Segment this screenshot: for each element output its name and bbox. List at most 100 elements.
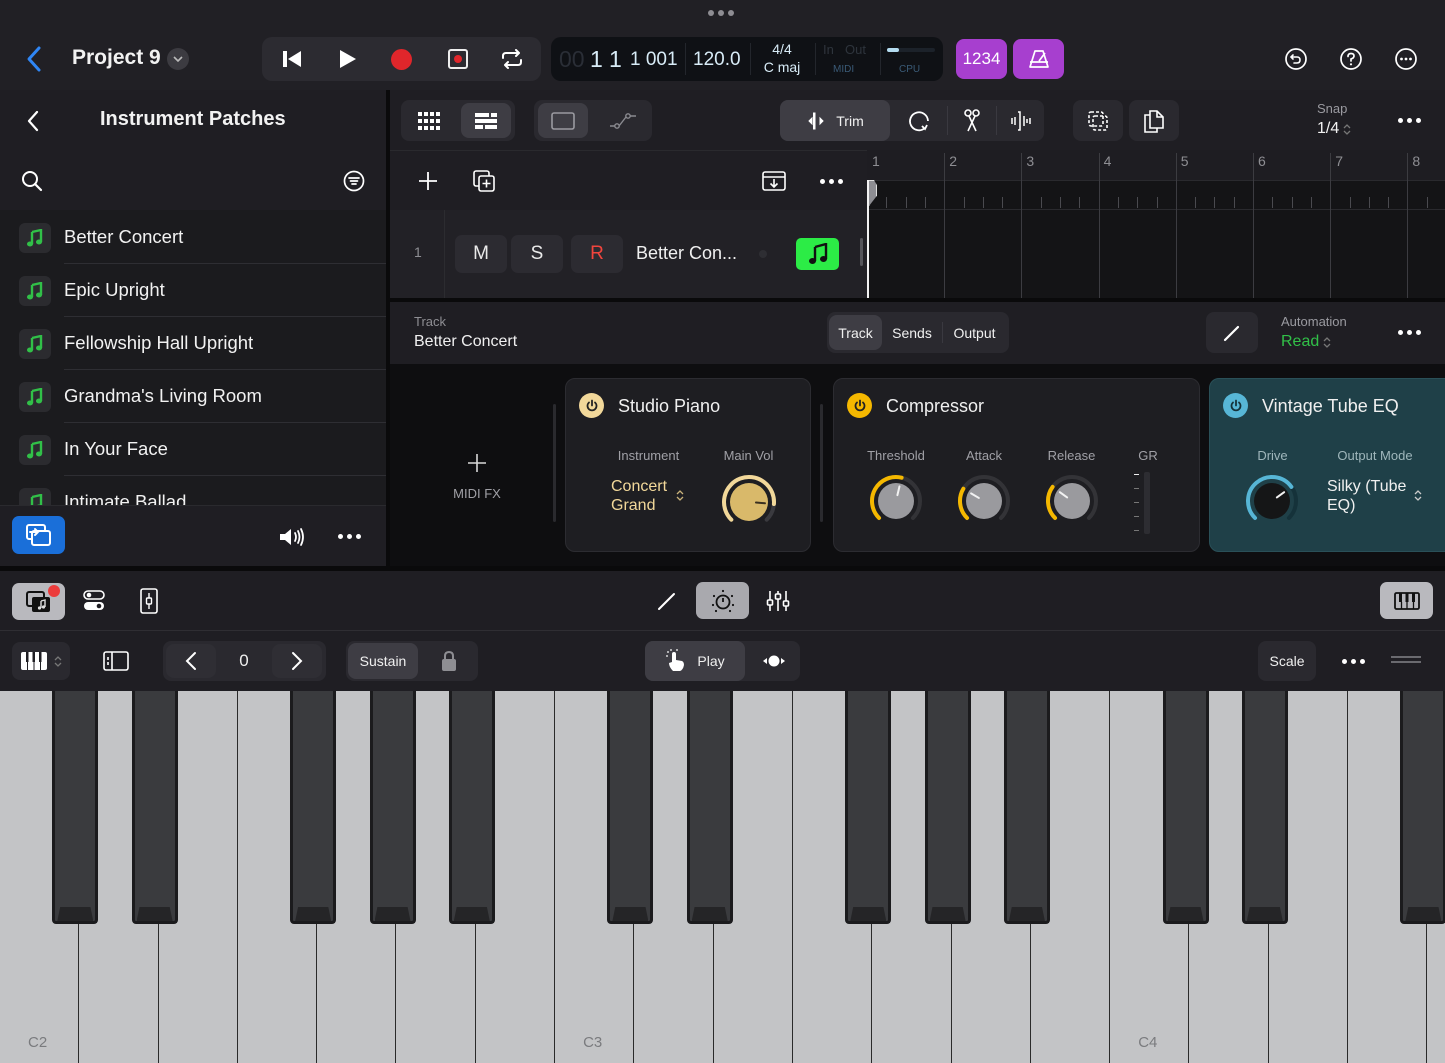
mute-button[interactable]: M	[455, 235, 507, 273]
threshold-knob[interactable]	[868, 473, 924, 529]
play-icon[interactable]	[339, 49, 357, 69]
record-button[interactable]	[391, 49, 412, 70]
black-key[interactable]	[1400, 691, 1445, 924]
patch-list-item[interactable]: Intimate Ballad	[0, 476, 386, 505]
playhead-line[interactable]	[867, 180, 869, 298]
snap-selector[interactable]: 1/4	[1317, 120, 1351, 138]
split-tool-button[interactable]	[948, 100, 996, 141]
studio-piano-plugin[interactable]: Studio Piano Instrument Concert Grand Ma…	[565, 378, 811, 552]
octave-up-button[interactable]	[272, 644, 322, 678]
piano-keyboard[interactable]: C2 C3 C4	[0, 691, 1445, 1063]
scale-button[interactable]: Scale	[1258, 641, 1316, 681]
patch-list-item[interactable]: Epic Upright	[0, 264, 386, 317]
main-vol-knob[interactable]	[720, 473, 778, 531]
output-mode-selector[interactable]: Silky (Tube EQ)	[1327, 477, 1406, 515]
black-key[interactable]	[290, 691, 337, 924]
black-key[interactable]	[448, 691, 495, 924]
tracks-view-button[interactable]	[461, 103, 511, 138]
more-options-icon[interactable]	[1394, 47, 1418, 71]
black-key[interactable]	[686, 691, 733, 924]
inspector-tab-track[interactable]: Track	[829, 315, 882, 350]
play-mode-button[interactable]: Play	[645, 641, 745, 681]
plugin-strip-icon[interactable]	[140, 588, 158, 614]
lcd-display[interactable]: 00 1 1 1 001 120.0 4/4 C maj In Out MIDI…	[551, 37, 943, 81]
project-title[interactable]: Project 9	[72, 46, 161, 70]
go-to-beginning-icon[interactable]	[282, 50, 302, 68]
multitask-handle[interactable]	[708, 10, 734, 16]
inspector-tab-output[interactable]: Output	[942, 315, 1007, 350]
glide-mode-button[interactable]	[747, 641, 800, 681]
drive-knob[interactable]	[1244, 473, 1300, 529]
vintage-tube-eq-plugin[interactable]: Vintage Tube EQ Drive Output Mode Silky …	[1209, 378, 1445, 552]
black-key[interactable]	[1241, 691, 1288, 924]
preview-volume-icon[interactable]	[278, 526, 308, 548]
record-enable-button[interactable]: R	[571, 235, 623, 273]
add-track-icon[interactable]	[418, 171, 438, 191]
sidebar-layout-icon[interactable]	[103, 651, 129, 671]
compressor-plugin[interactable]: Compressor Threshold Attack Release GR	[833, 378, 1200, 552]
track-resize-handle[interactable]	[860, 238, 863, 266]
black-key[interactable]	[924, 691, 971, 924]
duplicate-track-icon[interactable]	[472, 169, 496, 193]
timeline[interactable]: 1 2 3 4 5 6 7 8	[867, 150, 1445, 298]
pencil-edit-icon[interactable]	[657, 591, 677, 611]
loop-tool-button[interactable]	[892, 100, 946, 141]
metronome-button[interactable]	[1013, 39, 1064, 79]
sidebar-more-icon[interactable]	[338, 534, 361, 539]
sidebar-back-icon[interactable]	[26, 110, 40, 132]
live-loops-view-button[interactable]	[405, 103, 453, 138]
inspector-view-button[interactable]	[538, 103, 588, 138]
smart-controls-icon[interactable]	[83, 589, 105, 613]
track-instrument-icon[interactable]	[796, 238, 839, 270]
undo-history-icon[interactable]	[1284, 47, 1308, 71]
inspector-more-icon[interactable]	[1398, 330, 1421, 335]
black-key[interactable]	[845, 691, 892, 924]
load-patch-button[interactable]	[12, 516, 65, 554]
black-key[interactable]	[369, 691, 416, 924]
tracks-more-icon[interactable]	[1398, 118, 1421, 123]
inspector-tab-sends[interactable]: Sends	[882, 315, 942, 350]
vintage-eq-power-button[interactable]	[1223, 393, 1248, 418]
project-menu-chevron-icon[interactable]	[167, 48, 189, 70]
studio-piano-power-button[interactable]	[579, 393, 604, 418]
instrument-selector[interactable]: Concert Grand	[611, 477, 667, 515]
black-key[interactable]	[1162, 691, 1209, 924]
black-key[interactable]	[607, 691, 654, 924]
help-icon[interactable]	[1339, 47, 1363, 71]
black-key[interactable]	[131, 691, 178, 924]
back-chevron-icon[interactable]	[24, 45, 44, 73]
add-midi-fx-icon[interactable]	[468, 454, 486, 472]
capture-record-icon[interactable]	[448, 49, 468, 69]
keyboard-view-button[interactable]	[1380, 582, 1433, 619]
black-key[interactable]	[52, 691, 99, 924]
count-in-button[interactable]: 1234	[956, 39, 1007, 79]
keyboard-drag-handle[interactable]	[1391, 656, 1421, 664]
cycle-icon[interactable]	[500, 49, 524, 69]
search-icon[interactable]	[21, 170, 43, 192]
trim-tool-button[interactable]: Trim	[780, 100, 890, 141]
select-button[interactable]	[1073, 100, 1123, 141]
import-icon[interactable]	[762, 170, 786, 192]
octave-down-button[interactable]	[166, 644, 216, 678]
sustain-lock-icon[interactable]	[441, 650, 457, 672]
black-key[interactable]	[1003, 691, 1050, 924]
keyboard-type-selector[interactable]	[12, 642, 70, 680]
automation-view-button[interactable]	[598, 103, 648, 138]
track-row[interactable]: 1 M S R Better Con...	[390, 210, 867, 298]
patch-list-item[interactable]: Fellowship Hall Upright	[0, 317, 386, 370]
patch-list-item[interactable]: In Your Face	[0, 423, 386, 476]
smart-knob-button[interactable]	[696, 582, 749, 619]
track-header-more-icon[interactable]	[820, 179, 843, 184]
copy-button[interactable]	[1129, 100, 1179, 141]
filter-icon[interactable]	[343, 170, 365, 192]
patch-list-item[interactable]: Grandma's Living Room	[0, 370, 386, 423]
patch-list-item[interactable]: Better Concert	[0, 211, 386, 264]
solo-button[interactable]: S	[511, 235, 563, 273]
compressor-power-button[interactable]	[847, 393, 872, 418]
mixer-sliders-icon[interactable]	[766, 589, 790, 613]
keyboard-more-icon[interactable]	[1342, 659, 1365, 664]
automation-edit-button[interactable]	[1206, 312, 1258, 353]
join-tool-button[interactable]	[997, 100, 1044, 141]
attack-knob[interactable]	[956, 473, 1012, 529]
release-knob[interactable]	[1044, 473, 1100, 529]
